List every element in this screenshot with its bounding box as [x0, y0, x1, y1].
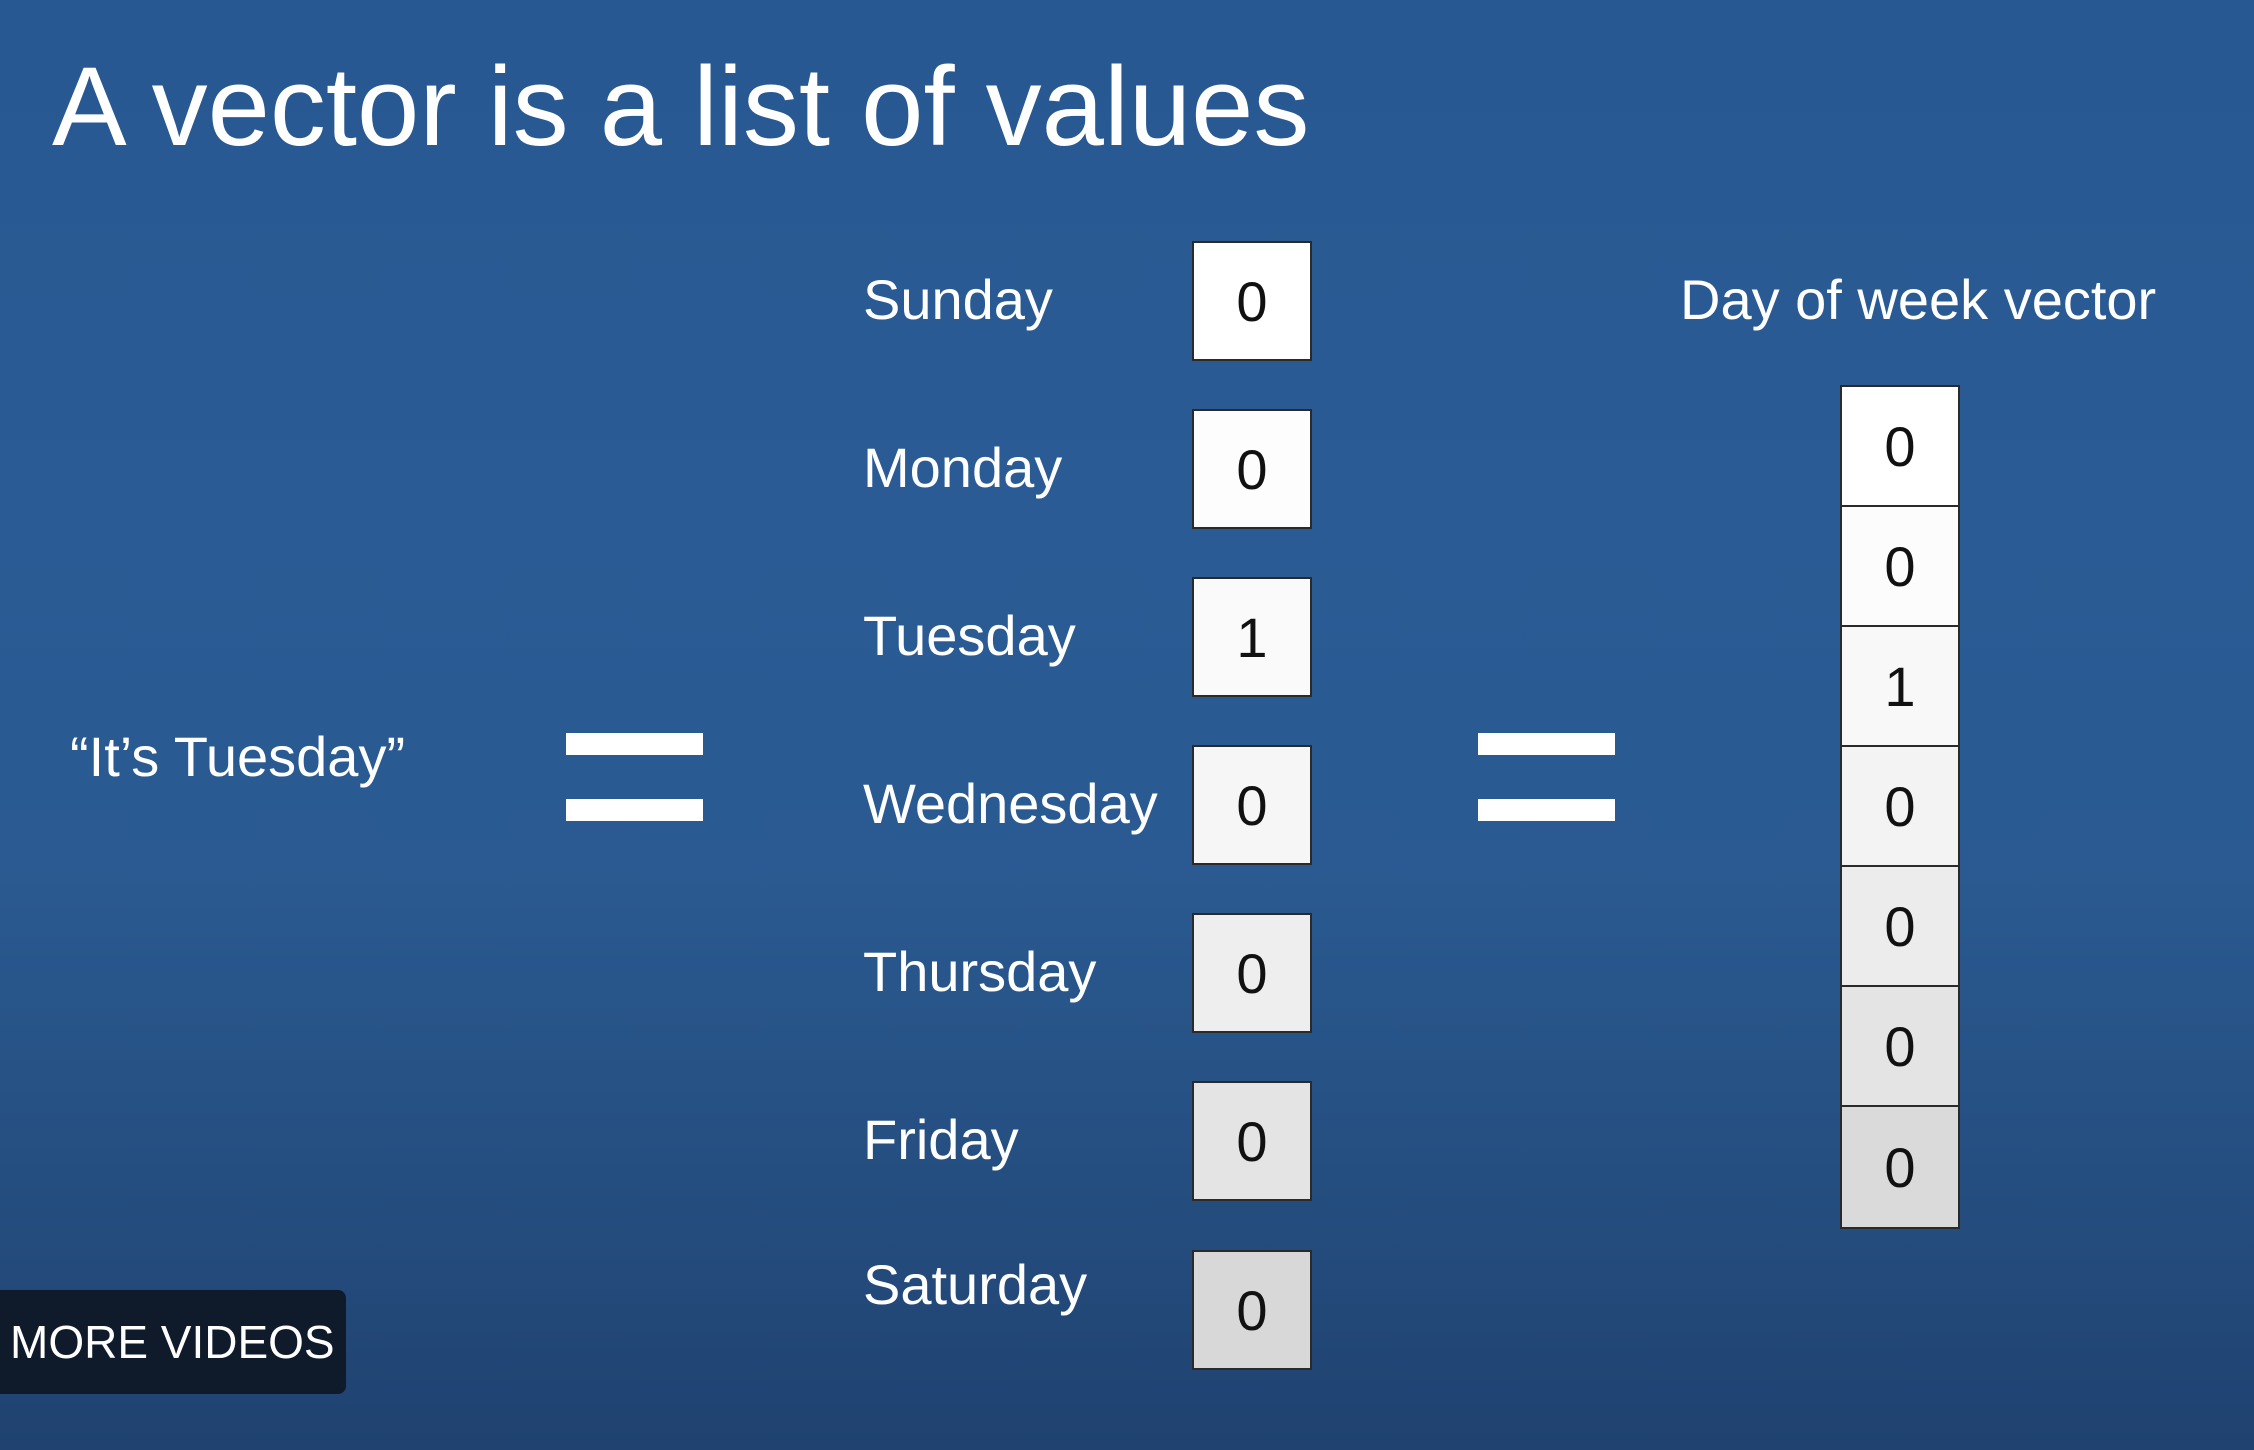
day-value-friday: 0: [1192, 1081, 1312, 1201]
day-value-sunday: 0: [1192, 241, 1312, 361]
day-label-monday: Monday: [863, 436, 1063, 499]
day-value-thursday: 0: [1192, 913, 1312, 1033]
equals-sign-left: [566, 733, 703, 821]
vector-cell-0: 0: [1842, 387, 1958, 507]
vector-cell-3: 0: [1842, 747, 1958, 867]
day-label-wednesday: Wednesday: [863, 772, 1158, 835]
vector-cell-2: 1: [1842, 627, 1958, 747]
day-value-tuesday: 1: [1192, 577, 1312, 697]
day-value-saturday: 0: [1192, 1250, 1312, 1370]
slide-title: A vector is a list of values: [52, 44, 1310, 169]
equals-bar-top: [566, 733, 703, 755]
equals-bar-bottom: [566, 799, 703, 821]
vector-cell-4: 0: [1842, 867, 1958, 987]
vector-cell-1: 0: [1842, 507, 1958, 627]
vector-cell-6: 0: [1842, 1107, 1958, 1227]
day-label-thursday: Thursday: [863, 940, 1097, 1003]
vector-title: Day of week vector: [1680, 268, 2157, 331]
day-label-tuesday: Tuesday: [863, 604, 1076, 667]
day-value-wednesday: 0: [1192, 745, 1312, 865]
equals-sign-right: [1478, 733, 1615, 821]
equals-bar-bottom: [1478, 799, 1615, 821]
more-videos-button[interactable]: MORE VIDEOS: [0, 1290, 346, 1394]
quote-text: “It’s Tuesday”: [70, 725, 406, 788]
day-label-sunday: Sunday: [863, 268, 1053, 331]
day-of-week-vector: 0 0 1 0 0 0 0: [1840, 385, 1960, 1229]
equals-bar-top: [1478, 733, 1615, 755]
day-label-saturday: Saturday: [863, 1253, 1088, 1316]
vector-cell-5: 0: [1842, 987, 1958, 1107]
day-label-friday: Friday: [863, 1108, 1019, 1171]
day-value-monday: 0: [1192, 409, 1312, 529]
